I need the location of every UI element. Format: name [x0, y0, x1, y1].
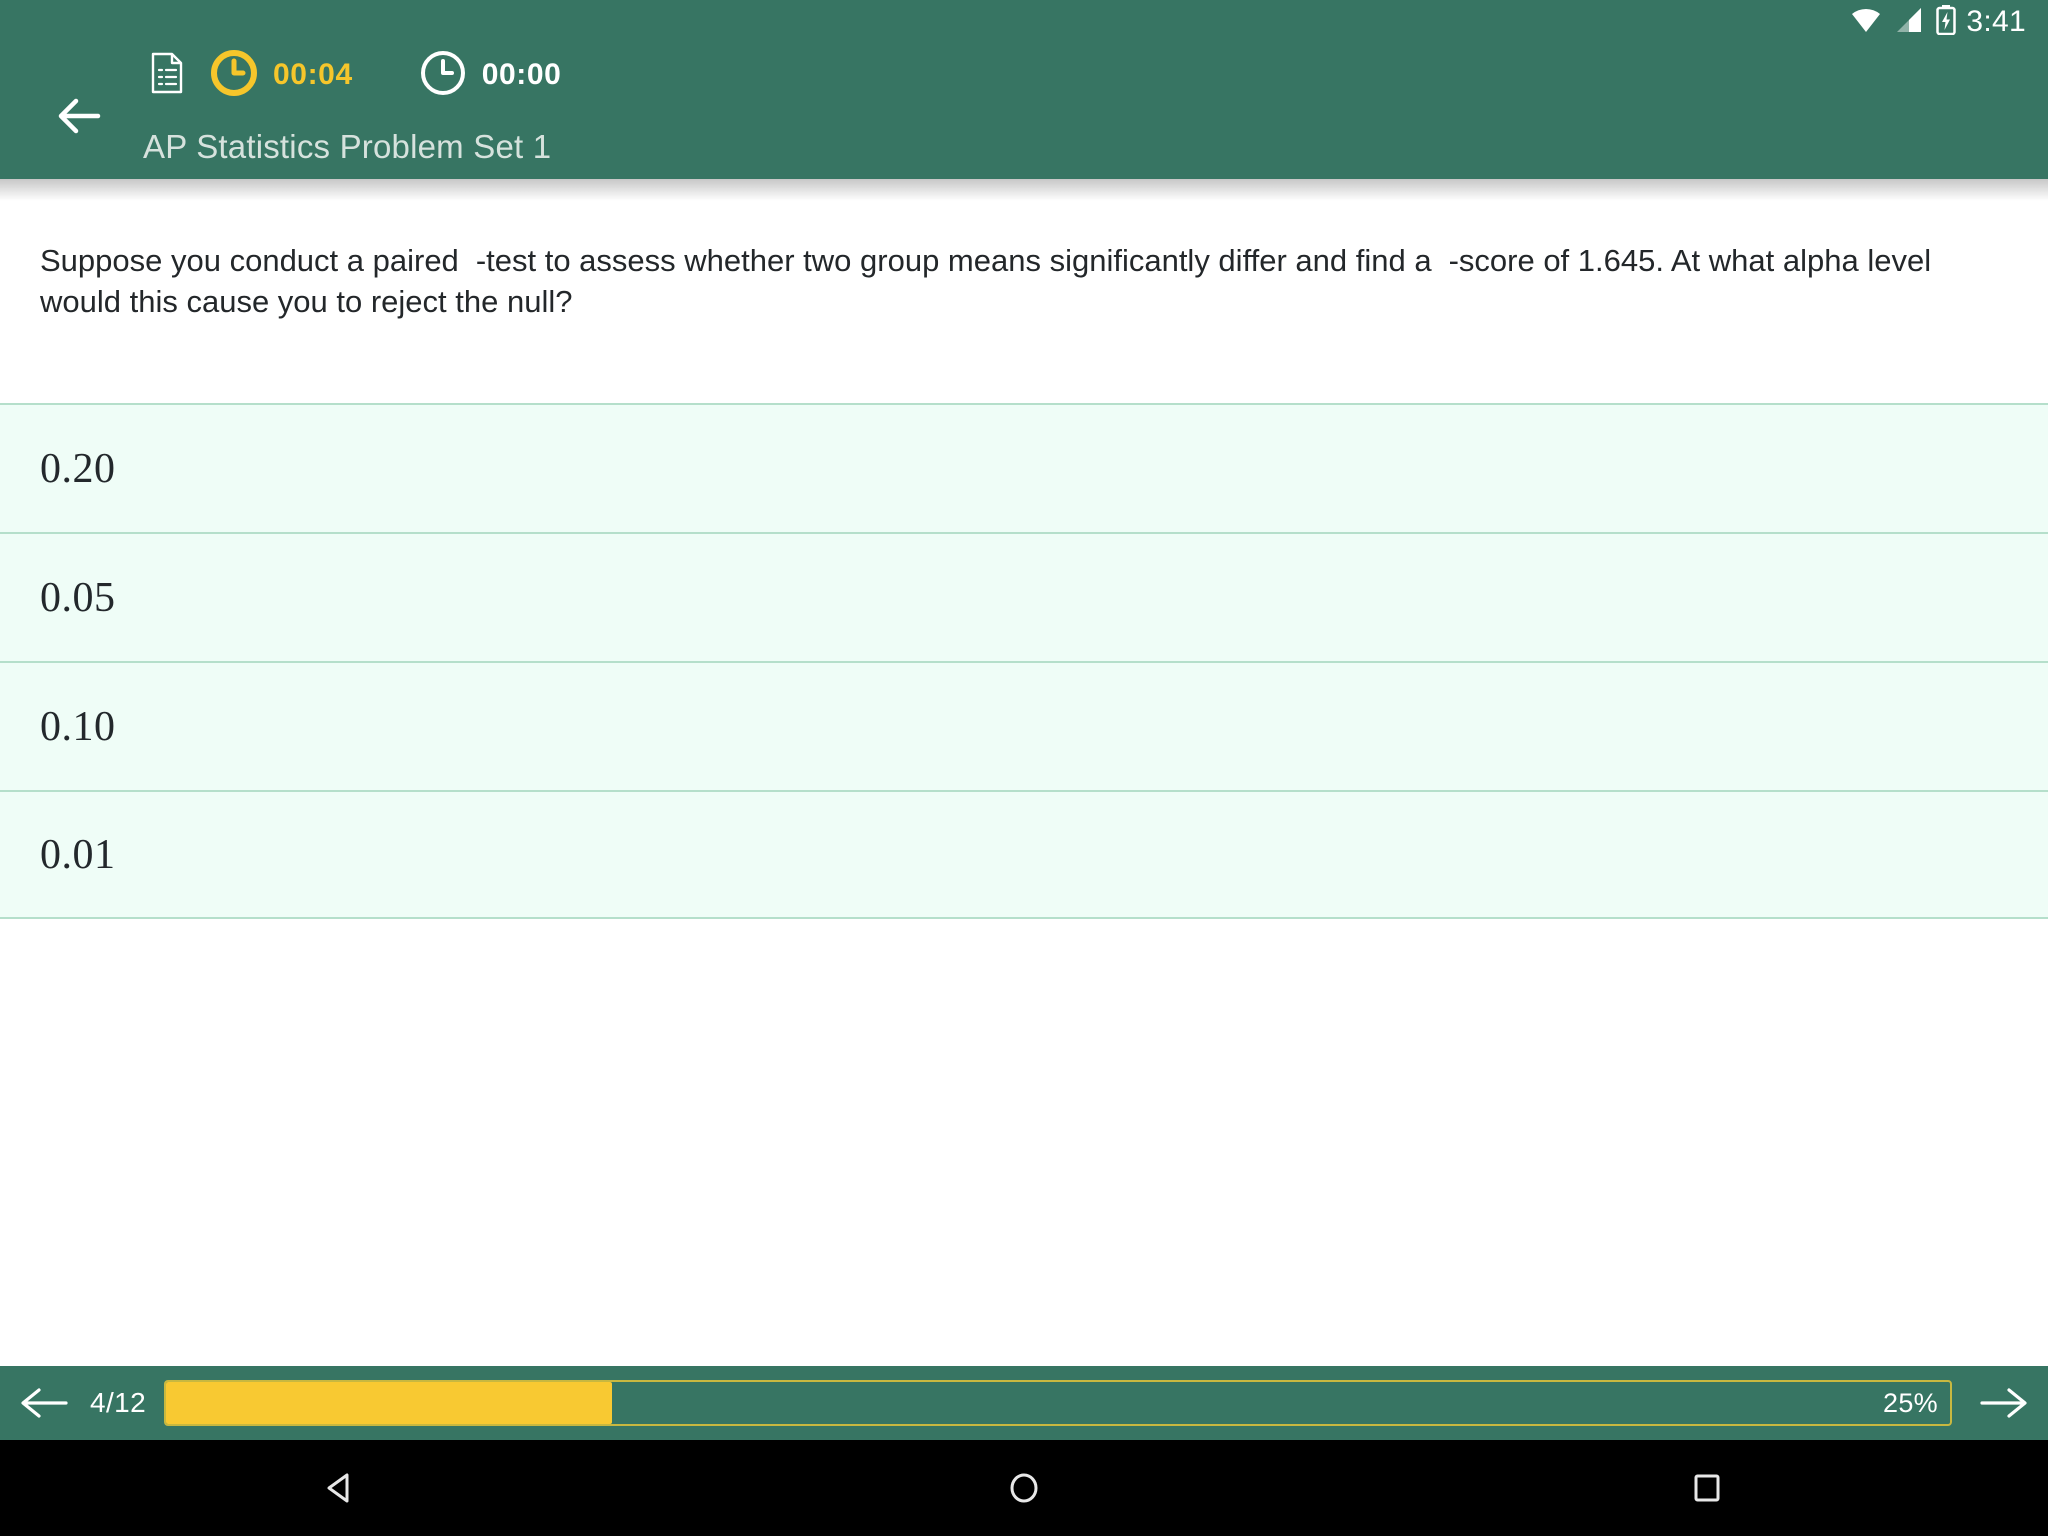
android-system-nav: [0, 1440, 2048, 1536]
progress-percent-label: 25%: [1883, 1387, 1938, 1418]
answer-option-label: 0.20: [40, 445, 116, 492]
clock-icon: [210, 49, 258, 102]
wifi-icon: [1850, 7, 1882, 38]
answer-option-label: 0.10: [40, 703, 116, 750]
timer-idle: 00:00: [419, 49, 562, 102]
question-text: Suppose you conduct a paired -test to ass…: [0, 240, 2048, 322]
answer-option[interactable]: 0.10: [0, 661, 2048, 790]
back-button[interactable]: [52, 88, 108, 144]
page-counter: 4/12: [90, 1387, 147, 1418]
circle-home-icon[interactable]: [964, 1440, 1084, 1536]
progress-bar-fill: [166, 1382, 613, 1424]
app-bar-meta-row: 00:04 00:00: [150, 48, 561, 102]
bottom-navigation-bar: 4/12 25%: [0, 1366, 2048, 1440]
timer-active-value: 00:04: [273, 58, 353, 91]
answer-option-label: 0.05: [40, 574, 116, 621]
page-title: AP Statistics Problem Set 1: [143, 128, 552, 165]
timer-active: 00:04: [210, 49, 353, 102]
answer-option[interactable]: 0.20: [0, 403, 2048, 532]
square-recents-icon[interactable]: [1647, 1440, 1767, 1536]
timer-idle-value: 00:00: [481, 58, 562, 91]
previous-question-button[interactable]: [18, 1383, 72, 1423]
clock-icon: [419, 49, 467, 102]
question-part-2: -test to assess whether two group means …: [475, 243, 1432, 278]
answer-option[interactable]: 0.01: [0, 790, 2048, 919]
next-question-button[interactable]: [1976, 1383, 2030, 1423]
answer-option[interactable]: 0.05: [0, 532, 2048, 661]
status-bar-icons: [1850, 4, 1957, 40]
app-screen: 3:41 00:04 00:00 AP Statistics Problem S…: [0, 0, 2048, 1536]
cellular-signal-icon: [1895, 7, 1923, 38]
answer-option-label: 0.01: [40, 831, 116, 878]
answer-options-list: 0.20 0.05 0.10 0.01: [0, 403, 2048, 919]
status-bar-clock: 3:41: [1966, 5, 2026, 38]
progress-bar[interactable]: 25%: [164, 1380, 1952, 1426]
battery-charging-icon: [1936, 4, 1957, 40]
document-checklist-icon: [150, 52, 184, 99]
question-part-1: Suppose you conduct a paired: [40, 243, 459, 278]
triangle-back-icon[interactable]: [281, 1440, 401, 1536]
status-bar: 3:41: [0, 0, 2048, 44]
app-bar-shadow: [0, 179, 2048, 201]
